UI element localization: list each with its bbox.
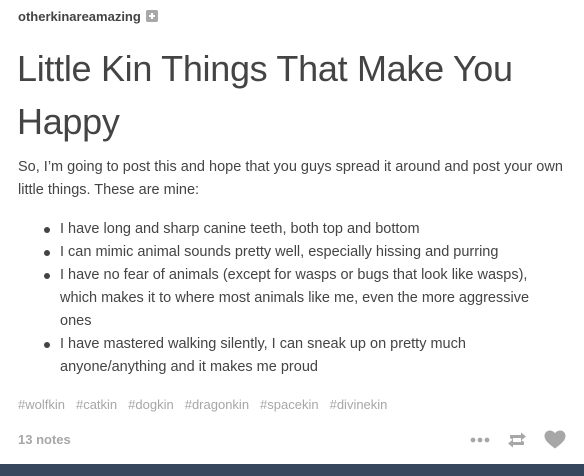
list-item: I have mastered walking silently, I can … — [18, 333, 563, 379]
tag-wolfkin[interactable]: #wolfkin — [18, 396, 65, 414]
tag-divinekin[interactable]: #divinekin — [330, 396, 388, 414]
notes-count[interactable]: 13 notes — [18, 432, 71, 447]
bullet-icon — [44, 342, 50, 348]
list-item-text: I have no fear of animals (except for wa… — [60, 267, 530, 329]
list-item-text: I have mastered walking silently, I can … — [60, 336, 466, 375]
more-icon[interactable] — [470, 437, 490, 443]
tag-dragonkin[interactable]: #dragonkin — [185, 396, 249, 414]
tag-spacekin[interactable]: #spacekin — [260, 396, 319, 414]
tag-catkin[interactable]: #catkin — [76, 396, 117, 414]
list-item-text: I have long and sharp canine teeth, both… — [60, 221, 420, 237]
list-item: I have no fear of animals (except for wa… — [18, 264, 563, 333]
bullet-icon — [44, 273, 50, 279]
post-header: otherkinareamazing — [18, 6, 158, 26]
plus-square-icon[interactable] — [145, 10, 158, 22]
post-title: Little Kin Things That Make You Happy — [17, 48, 513, 142]
list-item-text: I can mimic animal sounds pretty well, e… — [60, 244, 499, 260]
post-footer: 13 notes — [18, 430, 566, 452]
reblog-icon[interactable] — [506, 431, 528, 449]
bullet-icon — [44, 227, 50, 233]
heart-icon[interactable] — [544, 430, 566, 449]
dashboard-bottom-bar — [0, 464, 584, 476]
post-controls — [470, 430, 566, 449]
list-item: I can mimic animal sounds pretty well, e… — [18, 241, 563, 264]
tag-dogkin[interactable]: #dogkin — [128, 396, 174, 414]
post-tags: #wolfkin #catkin #dogkin #dragonkin #spa… — [18, 396, 387, 414]
blog-username[interactable]: otherkinareamazing — [18, 9, 141, 24]
post-bullet-list: I have long and sharp canine teeth, both… — [18, 218, 563, 379]
post-intro: So, I’m going to post this and hope that… — [18, 159, 563, 198]
list-item: I have long and sharp canine teeth, both… — [18, 218, 563, 241]
tumblr-post: otherkinareamazing Little Kin Things Tha… — [0, 0, 584, 464]
bullet-icon — [44, 250, 50, 256]
